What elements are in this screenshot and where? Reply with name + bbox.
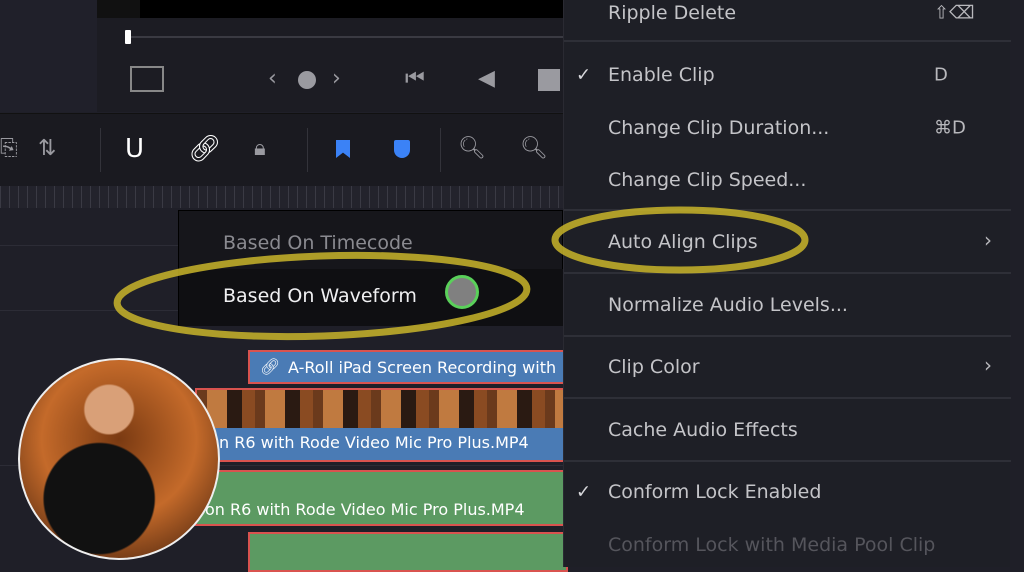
viewer-image xyxy=(97,0,563,18)
check-icon: ✓ xyxy=(576,481,592,503)
toolbar-divider xyxy=(100,128,101,172)
menu-item-conform-lock-enabled[interactable]: Conform Lock Enabled xyxy=(608,481,821,503)
menu-separator xyxy=(564,397,1011,399)
menu-separator xyxy=(564,40,1011,42)
stop-icon[interactable] xyxy=(538,69,560,91)
left-panel xyxy=(0,0,97,112)
menu-separator xyxy=(564,460,1011,462)
menu-separator xyxy=(564,209,1011,211)
position-lock-icon[interactable]: 🔒︎ xyxy=(254,136,266,161)
submenu-item-based-on-waveform[interactable]: Based On Waveform xyxy=(223,285,417,307)
menu-item-normalize-audio-levels[interactable]: Normalize Audio Levels... xyxy=(608,294,848,316)
viewer-corner xyxy=(97,0,140,18)
play-reverse-icon[interactable]: ◀ xyxy=(478,66,495,91)
menu-item-change-clip-duration[interactable]: Change Clip Duration... xyxy=(608,117,829,139)
go-to-start-icon[interactable]: ⏮ xyxy=(405,66,425,91)
link-icon: 🔗︎ xyxy=(260,357,281,376)
shortcut-enable-clip: D xyxy=(934,64,948,86)
menu-separator xyxy=(564,272,1011,274)
insert-icon[interactable]: ⎘ xyxy=(0,136,18,161)
overwrite-icon[interactable]: ⇅ xyxy=(38,136,56,161)
mouse-cursor xyxy=(445,275,479,309)
shortcut-ripple-delete: ⇧⌫ xyxy=(934,2,975,24)
snapping-magnet-icon[interactable]: U xyxy=(125,134,144,164)
zoom-full-icon[interactable]: 🔍︎ xyxy=(458,136,486,161)
timeline-clip-aroll-ipad[interactable]: 🔗︎ A-Roll iPad Screen Recording with xyxy=(248,350,568,384)
menu-item-conform-lock-media-pool: Conform Lock with Media Pool Clip xyxy=(608,534,936,556)
clip-label: A-Roll iPad Screen Recording with xyxy=(288,358,557,377)
menu-item-ripple-delete[interactable]: Ripple Delete xyxy=(608,2,736,24)
menu-item-enable-clip[interactable]: Enable Clip xyxy=(608,64,715,86)
toolbar-divider xyxy=(440,128,441,172)
check-icon: ✓ xyxy=(576,64,592,86)
timeline-clip-ipad-audio[interactable] xyxy=(248,532,568,572)
prev-keyframe-icon[interactable]: ‹ xyxy=(268,66,277,91)
scrubber-bar[interactable] xyxy=(127,36,563,38)
timeline-clip-r6-audio[interactable]: on R6 with Rode Video Mic Pro Plus.MP4 xyxy=(195,470,568,526)
marker-icon[interactable] xyxy=(394,140,410,158)
menu-item-cache-audio-effects[interactable]: Cache Audio Effects xyxy=(608,419,798,441)
clip-label: on R6 with Rode Video Mic Pro Plus.MP4 xyxy=(205,500,525,519)
menu-item-change-clip-speed[interactable]: Change Clip Speed... xyxy=(608,169,806,191)
shortcut-change-clip-duration: ⌘D xyxy=(934,117,966,139)
next-keyframe-icon[interactable]: › xyxy=(332,66,341,91)
toolbar-divider xyxy=(307,128,308,172)
context-menu: Ripple Delete ⇧⌫ ✓ Enable Clip D Change … xyxy=(563,0,1011,567)
linked-selection-icon[interactable]: 🔗︎ xyxy=(188,134,221,164)
submenu-item-based-on-timecode[interactable]: Based On Timecode xyxy=(223,232,413,254)
transform-icon[interactable] xyxy=(130,66,164,92)
keyframe-icon[interactable] xyxy=(298,71,316,89)
video-clip-thumbnails[interactable] xyxy=(195,388,568,428)
menu-separator xyxy=(564,335,1011,337)
scrubber-playhead[interactable] xyxy=(125,30,131,44)
chevron-right-icon: › xyxy=(984,353,992,377)
zoom-detail-icon[interactable]: 🔍︎ xyxy=(520,136,548,161)
webcam-overlay xyxy=(18,358,220,560)
chevron-right-icon: › xyxy=(984,228,992,252)
auto-align-submenu: Based On Timecode Based On Waveform xyxy=(178,210,564,326)
menu-item-auto-align-clips[interactable]: Auto Align Clips xyxy=(608,231,758,253)
timeline-clip-r6-video[interactable]: n R6 with Rode Video Mic Pro Plus.MP4 xyxy=(195,428,568,462)
timeline-ruler[interactable] xyxy=(0,186,563,208)
menu-item-clip-color[interactable]: Clip Color xyxy=(608,356,700,378)
clip-label: n R6 with Rode Video Mic Pro Plus.MP4 xyxy=(219,433,529,452)
